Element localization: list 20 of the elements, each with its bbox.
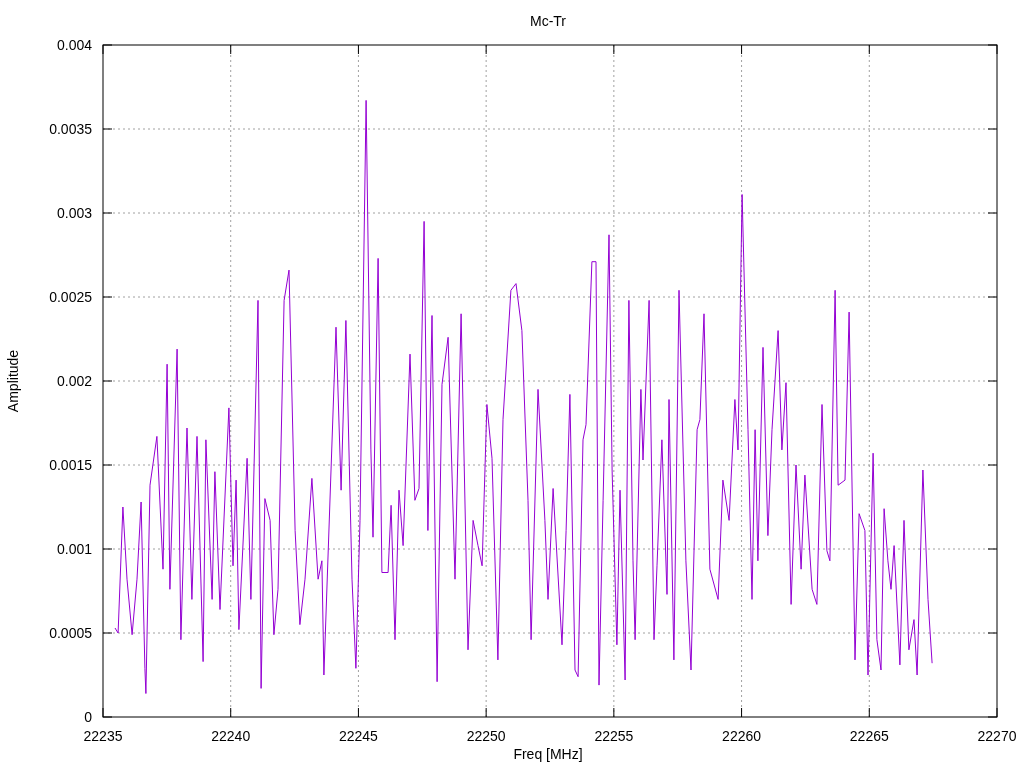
x-tick-label: 22255	[594, 728, 634, 744]
y-axis-label: Amplitude	[5, 349, 21, 413]
y-tick-label: 0.001	[56, 541, 92, 557]
y-tick-label: 0.004	[56, 37, 92, 53]
x-tick-label: 22270	[977, 728, 1017, 744]
y-tick-label: 0.0035	[49, 121, 92, 137]
x-tick-label: 22235	[83, 728, 123, 744]
x-tick-label: 22245	[338, 728, 378, 744]
x-tick-label: 22240	[211, 728, 251, 744]
x-tick-label: 22260	[722, 728, 762, 744]
y-tick-label: 0.0005	[49, 625, 92, 641]
x-tick-label: 22250	[466, 728, 506, 744]
y-tick-label: 0.003	[56, 205, 92, 221]
y-tick-label: 0	[84, 709, 92, 725]
x-axis-label: Freq [MHz]	[513, 746, 583, 762]
y-tick-label: 0.0015	[49, 457, 92, 473]
chart-title: Mc-Tr	[530, 13, 566, 29]
y-tick-label: 0.002	[56, 373, 92, 389]
x-tick-label: 22265	[849, 728, 889, 744]
y-tick-label: 0.0025	[49, 289, 92, 305]
